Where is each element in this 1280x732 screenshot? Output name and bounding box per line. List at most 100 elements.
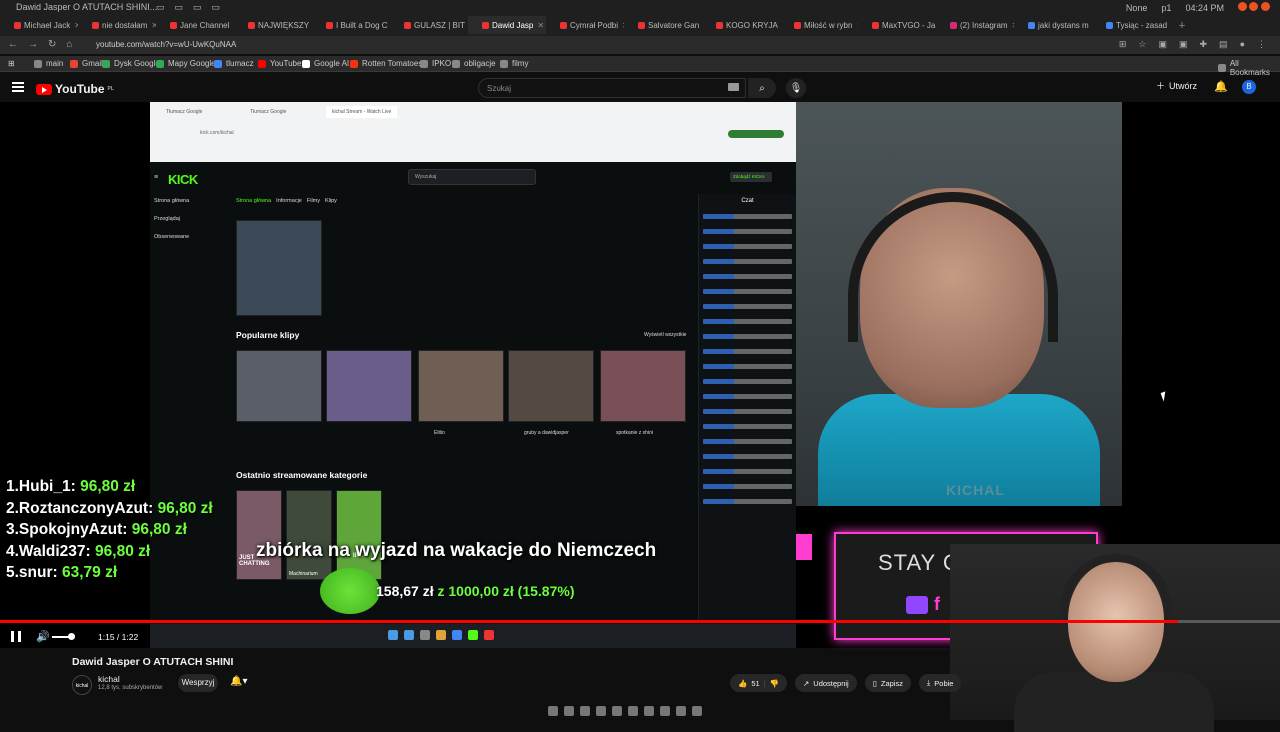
terminal-icon[interactable] — [564, 706, 574, 716]
youtube-play-icon — [36, 83, 52, 95]
channel-name[interactable]: kichal — [98, 674, 120, 684]
app-icon[interactable] — [692, 706, 702, 716]
tab[interactable]: Salvatore Gan✕ — [624, 16, 702, 34]
hamburger-menu-icon[interactable] — [12, 82, 24, 92]
app-icon[interactable] — [612, 706, 622, 716]
tab-strip: Michael Jack ✕ nie dostałam ✕ Jane Channel… — [0, 16, 1280, 34]
overlay-accent — [796, 534, 812, 560]
youtube-favicon-icon — [326, 22, 333, 29]
window-buttons[interactable] — [1237, 2, 1270, 13]
bookmark-icon: ▯ — [872, 678, 877, 688]
kick-nav-item: Obserwowane — [154, 234, 190, 240]
tab[interactable]: GULASZ | BIT✕ — [390, 16, 468, 34]
tab-active[interactable]: Dawid Jasp ✕ — [468, 16, 546, 34]
bookmark[interactable]: filmy — [500, 59, 528, 68]
tab-search-icon[interactable]: ▭ — [175, 2, 184, 13]
search-input[interactable]: Szukaj — [478, 78, 746, 98]
app-icon[interactable] — [580, 706, 590, 716]
share-button[interactable]: ↗ Udostępnij — [794, 674, 857, 692]
reload-icon[interactable]: ↻ — [48, 39, 56, 50]
more-icon[interactable]: ⋮ — [1257, 39, 1266, 50]
pause-button[interactable] — [11, 631, 21, 642]
channel-avatar[interactable]: kichal — [72, 675, 92, 695]
app-icon[interactable] — [644, 706, 654, 716]
tab[interactable]: KOGO KRYJA✕ — [702, 16, 780, 34]
tab[interactable]: Tysiąc - zasad✕ — [1092, 16, 1170, 34]
tab[interactable]: I Built a Dog C✕ — [312, 16, 390, 34]
translate-icon[interactable]: ⊞ — [1119, 39, 1127, 50]
app-icon[interactable] — [660, 706, 670, 716]
bookmark[interactable]: obligacje — [452, 59, 496, 68]
bookmark[interactable]: Mapy Google — [156, 59, 216, 68]
tab[interactable]: nie dostałam ✕ — [78, 16, 156, 34]
profile2-label[interactable]: p1 — [1161, 3, 1171, 13]
bookmark[interactable]: Rotten Tomatoes — [350, 59, 422, 68]
notifications-bell-icon[interactable]: 🔔 — [1214, 80, 1228, 93]
tab[interactable]: Cymrał Podbi✕ — [546, 16, 624, 34]
kick-login: Zdobądź KICKs — [730, 172, 772, 182]
split-icon[interactable]: ▭ — [212, 2, 221, 13]
thumbs-down-icon[interactable]: 👎 — [770, 679, 779, 688]
bookmark[interactable]: Google AI — [302, 59, 349, 68]
tab[interactable]: Jane Channel✕ — [156, 16, 234, 34]
cam-watermark: KICHAL — [946, 482, 1005, 498]
goal-icon — [320, 568, 380, 614]
bookmark[interactable]: tlumacz — [214, 59, 254, 68]
screen-icon[interactable]: ▭ — [193, 2, 202, 13]
sidebar-icon[interactable]: ▤ — [1219, 39, 1228, 50]
apps-icon[interactable]: ⊞ — [8, 59, 15, 68]
bookmark[interactable]: IPKO — [420, 59, 451, 68]
forward-icon[interactable]: → — [28, 39, 38, 50]
search-button[interactable]: ⌕ — [748, 78, 776, 98]
bookmark[interactable]: Dysk Google — [102, 59, 160, 68]
back-icon[interactable]: ← — [8, 39, 18, 50]
leader-row: 3.SpokojnyAzut: 96,80 zł — [6, 521, 187, 538]
leader-row: 1.Hubi_1: 96,80 zł — [6, 478, 136, 495]
subscribe-bell-icon[interactable]: 🔔▾ — [230, 676, 247, 687]
save-button[interactable]: ▯ Zapisz — [864, 674, 911, 692]
extension-icon[interactable]: ▣ — [1158, 39, 1167, 50]
seek-bar[interactable] — [0, 620, 1280, 623]
create-button[interactable]: ＋ Utwórz — [1156, 79, 1197, 92]
bookmark[interactable]: Gmail — [70, 59, 103, 68]
kick-search: Wyszukaj — [408, 169, 536, 185]
app-icon[interactable] — [676, 706, 686, 716]
folder-icon — [1218, 64, 1226, 72]
download-button[interactable]: ⤓ Pobie — [918, 674, 962, 692]
account-avatar[interactable]: B — [1242, 80, 1256, 94]
tab[interactable]: MaxTVGO - Ja✕ — [858, 16, 936, 34]
tab[interactable]: jaki dystans m✕ — [1014, 16, 1092, 34]
profile-label[interactable]: None — [1126, 3, 1148, 13]
youtube-favicon-icon — [170, 22, 177, 29]
video-player[interactable]: Tłumacz Google Tłumacz Google kichal Str… — [0, 102, 1280, 732]
all-bookmarks[interactable]: All Bookmarks — [1218, 59, 1280, 77]
youtube-logo[interactable]: YouTube PL — [36, 82, 114, 96]
app-icon[interactable] — [596, 706, 606, 716]
goal-progress-text: 158,67 zł z 1000,00 zł (15.87%) — [376, 583, 575, 599]
support-button[interactable]: Wesprzyj — [178, 674, 218, 692]
clip-title: Elitio — [434, 430, 445, 436]
extension-icon[interactable]: ▣ — [1179, 39, 1188, 50]
volume-knob[interactable] — [68, 633, 75, 640]
puzzle-icon[interactable]: ✚ — [1200, 39, 1208, 50]
keyboard-icon[interactable] — [728, 83, 739, 91]
menu-icon[interactable]: ▭ — [156, 2, 165, 13]
files-icon[interactable] — [548, 706, 558, 716]
star-icon[interactable]: ☆ — [1138, 39, 1146, 50]
new-tab-button[interactable]: ＋ — [1170, 16, 1200, 34]
home-icon[interactable]: ⌂ — [66, 39, 72, 50]
title-row: Dawid Jasper O ATUTACH SHINI... ▭ ▭ ▭ ▭ … — [0, 0, 1280, 14]
tab[interactable]: (2) Instagram✕ — [936, 16, 1014, 34]
tab[interactable]: Michael Jack ✕ — [0, 16, 78, 34]
profile-icon[interactable]: ● — [1240, 39, 1245, 50]
url-field[interactable]: youtube.com/watch?v=wU-UwKQuNAA — [96, 40, 236, 49]
volume-icon[interactable]: 🔊 — [36, 630, 50, 643]
bookmark[interactable]: YouTube — [258, 59, 301, 68]
app-icon[interactable] — [628, 706, 638, 716]
tab[interactable]: NAJWIĘKSZY✕ — [234, 16, 312, 34]
bookmark[interactable]: main — [34, 59, 63, 68]
tab[interactable]: Miłość w rybn✕ — [780, 16, 858, 34]
mic-button[interactable]: 🎙 — [786, 78, 806, 98]
close-tab-icon[interactable]: ✕ — [537, 21, 544, 30]
like-button[interactable]: 👍 51 | 👎 — [730, 674, 787, 692]
